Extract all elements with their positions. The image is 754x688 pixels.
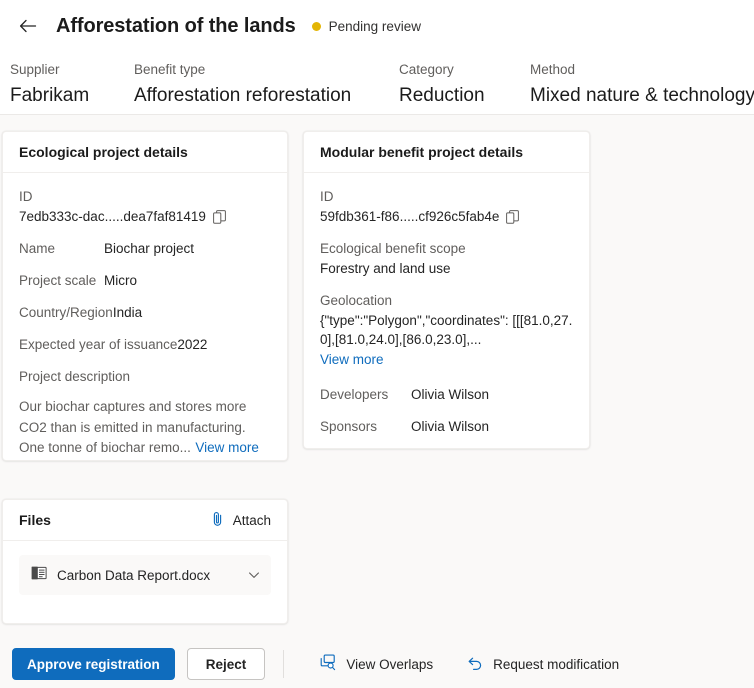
registration-review-page: Afforestation of the lands Pending revie… [0,0,754,688]
field-country-region-label: Country/Region [19,305,113,320]
description-view-more-link[interactable]: View more [195,440,259,455]
field-expected-year-of-issuance: Expected year of issuance 2022 [19,335,271,355]
field-country-region: Country/Region India [19,303,271,323]
field-geolocation-label: Geolocation [320,293,393,308]
meta-supplier-value: Fabrikam [10,85,90,106]
copy-icon[interactable] [506,210,520,224]
arrow-left-icon [18,18,37,34]
field-project-scale: Project scale Micro [19,271,271,291]
summary-metadata-row: Supplier Fabrikam Benefit type Afforesta… [0,60,754,110]
field-name-value: Biochar project [104,241,195,256]
request-modification-label: Request modification [493,656,620,672]
field-name: Name Biochar project [19,239,271,259]
field-project-description-label: Project description [19,369,131,384]
meta-supplier-label: Supplier [10,62,60,77]
approve-registration-button[interactable]: Approve registration [12,648,175,680]
meta-benefit-type-label: Benefit type [134,62,206,77]
title-row: Afforestation of the lands Pending revie… [0,0,754,44]
view-overlaps-button[interactable]: View Overlaps [310,648,443,680]
field-project-scale-label: Project scale [19,273,97,288]
file-list-item[interactable]: Carbon Data Report.docx [19,555,271,595]
file-name: Carbon Data Report.docx [57,567,211,583]
field-ecological-benefit-scope: Ecological benefit scope Forestry and la… [320,239,573,279]
status-label: Pending review [328,18,421,34]
request-modification-button[interactable]: Request modification [457,648,629,680]
meta-category: Category Reduction [399,60,530,110]
field-ecological-benefit-scope-value: Forestry and land use [320,261,451,276]
status-dot-icon [311,21,321,31]
chevron-down-icon[interactable] [247,568,261,582]
footer-command-bar: Approve registration Reject View Overlap… [0,640,754,688]
ecological-card-title: Ecological project details [19,144,188,160]
field-sponsors-value: Olivia Wilson [411,419,490,434]
field-developers-label: Developers [320,387,389,402]
command-bar-divider [283,650,285,678]
geolocation-view-more-link[interactable]: View more [320,352,384,367]
files-card-title: Files [19,512,51,528]
field-id-label: ID [19,189,33,204]
files-card: Files Attach Carbon Data Report.docx [2,499,288,624]
card-body: ID 7edb333c-dac.....dea7faf81419 Name Bi… [3,173,287,475]
field-sponsors: Sponsors Olivia Wilson [320,417,573,437]
field-geolocation: Geolocation {"type":"Polygon","coordinat… [320,291,573,369]
meta-benefit-type: Benefit type Afforestation reforestation [134,60,399,110]
field-developers-value: Olivia Wilson [411,387,490,402]
copy-icon[interactable] [213,210,226,224]
ecological-project-details-card: Ecological project details ID 7edb333c-d… [2,131,288,461]
field-id-value: 7edb333c-dac.....dea7faf81419 [19,209,206,224]
field-project-scale-value: Micro [104,273,137,288]
field-developers: Developers Olivia Wilson [320,385,573,405]
attach-label: Attach [232,512,271,528]
modular-benefit-project-details-card: Modular benefit project details ID 59fdb… [303,131,590,449]
card-header: Files Attach [3,500,287,541]
field-expected-year-of-issuance-value: 2022 [177,337,208,352]
card-body: ID 59fdb361-f86.....cf926c5fab4e Ecologi… [304,173,589,465]
field-id: ID 7edb333c-dac.....dea7faf81419 [19,187,271,227]
meta-supplier: Supplier Fabrikam [10,60,134,110]
field-name-label: Name [19,241,56,256]
meta-category-label: Category [399,62,454,77]
attach-button[interactable]: Attach [211,511,271,530]
status-badge: Pending review [311,18,421,34]
field-mbp-id-value: 59fdb361-f86.....cf926c5fab4e [320,209,500,224]
undo-arrow-icon [467,655,484,674]
meta-category-value: Reduction [399,85,485,106]
modular-card-title: Modular benefit project details [320,144,524,160]
field-mbp-id: ID 59fdb361-f86.....cf926c5fab4e [320,187,573,227]
meta-method-value: Mixed nature & technology [530,85,754,106]
field-sponsors-label: Sponsors [320,419,378,434]
field-mbp-id-label: ID [320,189,334,204]
reject-button[interactable]: Reject [186,648,266,680]
word-document-icon [31,565,47,586]
back-button[interactable] [12,11,42,41]
overlap-search-icon [320,654,337,674]
field-project-description: Project description Our biochar captures… [19,367,271,459]
page-header: Afforestation of the lands Pending revie… [0,0,754,115]
meta-method-label: Method [530,62,576,77]
field-ecological-benefit-scope-label: Ecological benefit scope [320,241,466,256]
card-header: Modular benefit project details [304,132,589,173]
meta-method: Method Mixed nature & technology [530,60,754,110]
meta-benefit-type-value: Afforestation reforestation [134,85,352,106]
view-overlaps-label: View Overlaps [346,656,434,672]
field-geolocation-value: {"type":"Polygon","coordinates": [[[81.0… [320,313,573,347]
field-country-region-value: India [112,305,143,320]
paperclip-icon [211,511,225,530]
field-expected-year-of-issuance-label: Expected year of issuance [19,337,178,352]
card-header: Ecological project details [3,132,287,173]
page-title: Afforestation of the lands [56,14,296,37]
